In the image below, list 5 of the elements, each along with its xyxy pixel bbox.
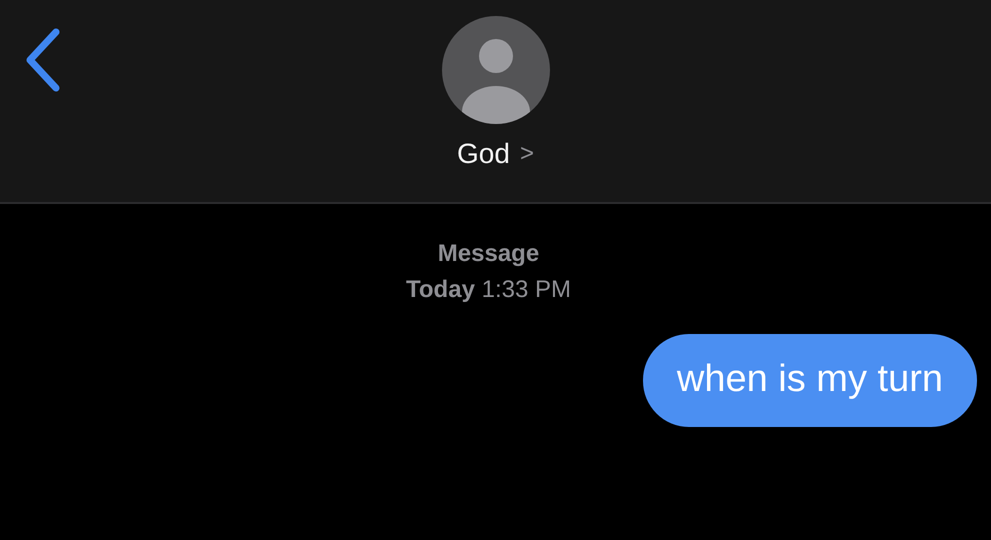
timestamp: Today 1:33 PM	[406, 276, 571, 304]
message-bubble: when is my turn	[642, 334, 977, 427]
service-label: Message	[438, 240, 540, 268]
avatar-icon	[442, 16, 550, 124]
contact-name-button[interactable]: God >	[457, 138, 534, 170]
